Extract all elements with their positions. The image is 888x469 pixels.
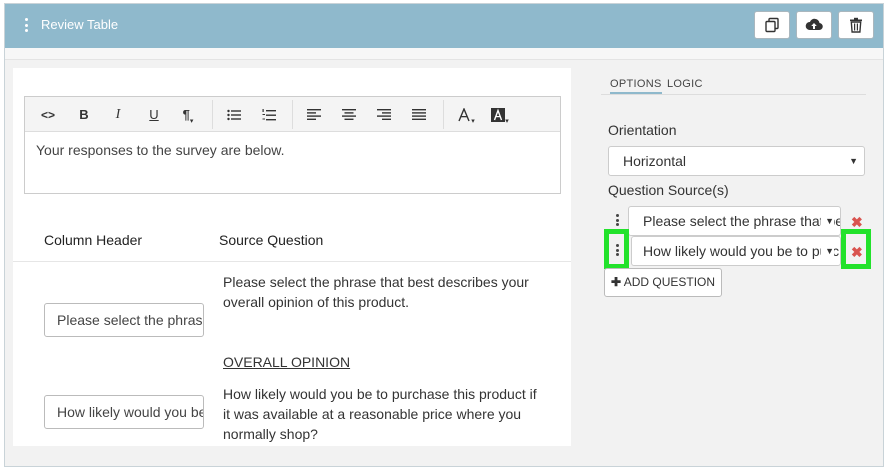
dropdown-caret-icon: ▾ — [189, 117, 194, 125]
column-header-input[interactable]: Please select the phrase that best descr… — [44, 303, 204, 337]
align-left-icon — [307, 109, 321, 120]
bullet-list-button[interactable] — [217, 97, 251, 132]
panel-tabs: OPTIONS LOGIC — [601, 74, 866, 95]
source-code-button[interactable]: <> — [31, 97, 65, 132]
paragraph-label: ¶ — [182, 107, 190, 122]
toolbar-divider — [212, 100, 213, 129]
drag-handle-icon[interactable] — [616, 244, 619, 256]
column-header-heading: Column Header — [44, 232, 143, 248]
dropdown-caret-icon: ▾ — [471, 117, 475, 125]
trash-icon — [850, 17, 862, 33]
source-question-text: How likely would you be to purchase this… — [223, 386, 537, 442]
chevron-down-icon: ▼ — [821, 237, 834, 265]
align-right-button[interactable] — [367, 97, 401, 132]
orientation-label: Orientation — [608, 122, 677, 138]
drag-handle-icon[interactable] — [25, 18, 28, 32]
question-tag: OVERALL OPINION — [223, 354, 351, 370]
plus-icon: ✚ — [610, 275, 622, 289]
tab-logic[interactable]: LOGIC — [667, 78, 703, 90]
remove-source-icon[interactable]: ✖ — [851, 245, 863, 259]
align-justify-icon — [412, 109, 426, 120]
text-color-icon — [458, 107, 470, 121]
table-divider — [13, 261, 571, 262]
dropdown-caret-icon: ▾ — [505, 117, 509, 125]
numbered-list-button[interactable] — [252, 97, 286, 132]
editor-toolbar: <> B I U ¶ ▾ ▾ ▾ — [25, 97, 560, 132]
question-source-select[interactable]: How likely would you be to purchase this… — [631, 236, 841, 266]
italic-label: I — [115, 106, 121, 122]
italic-button[interactable]: I — [101, 97, 135, 132]
align-center-button[interactable] — [332, 97, 366, 132]
background-color-button[interactable]: ▾ — [483, 97, 517, 132]
chevron-down-icon: ▼ — [821, 207, 834, 235]
copy-icon — [765, 17, 779, 33]
bold-button[interactable]: B — [67, 97, 101, 132]
table-content-card: <> B I U ¶ ▾ ▾ ▾ Your responses to the s… — [13, 68, 571, 446]
widget-header: Review Table — [5, 4, 883, 48]
toolbar-divider — [443, 100, 444, 129]
orientation-select[interactable]: Horizontal ▼ — [608, 146, 865, 176]
add-question-label: ADD QUESTION — [623, 275, 716, 289]
add-question-button[interactable]: ✚ ADD QUESTION — [604, 268, 722, 297]
remove-source-icon[interactable]: ✖ — [851, 215, 863, 229]
background-color-icon — [491, 107, 506, 122]
column-header-input[interactable]: How likely would you be to purchase this… — [44, 395, 204, 429]
question-source-value: How likely would you be to purchase this… — [643, 243, 840, 259]
text-color-button[interactable]: ▾ — [449, 97, 483, 132]
align-justify-button[interactable] — [402, 97, 436, 132]
toolbar-divider — [292, 100, 293, 129]
orientation-value: Horizontal — [623, 153, 687, 169]
rich-text-editor[interactable]: <> B I U ¶ ▾ ▾ ▾ Your responses to the s… — [24, 96, 561, 194]
widget-title: Review Table — [41, 17, 119, 32]
paragraph-format-button[interactable]: ¶ ▾ — [171, 97, 205, 132]
save-cloud-button[interactable] — [796, 11, 832, 39]
delete-button[interactable] — [838, 11, 874, 39]
source-question-heading: Source Question — [219, 232, 324, 248]
align-center-icon — [342, 109, 356, 120]
tab-options[interactable]: OPTIONS — [610, 78, 662, 94]
source-question-text: Please select the phrase that best descr… — [223, 274, 529, 310]
question-source-select[interactable]: Please select the phrase that best descr… — [628, 206, 841, 236]
underline-label: U — [149, 107, 159, 122]
question-source-value: Please select the phrase that best descr… — [643, 213, 840, 229]
align-left-button[interactable] — [297, 97, 331, 132]
copy-button[interactable] — [754, 11, 790, 39]
numbered-list-icon — [262, 108, 276, 120]
source-code-label: <> — [40, 107, 55, 122]
editor-body-text[interactable]: Your responses to the survey are below. — [36, 142, 285, 158]
question-source-label: Question Source(s) — [608, 182, 729, 198]
bold-label: B — [79, 107, 89, 122]
align-right-icon — [377, 109, 391, 120]
underline-button[interactable]: U — [137, 97, 171, 132]
bullet-list-icon — [227, 109, 241, 120]
header-shadow — [5, 48, 883, 60]
cloud-upload-icon — [805, 18, 823, 31]
chevron-down-icon: ▼ — [849, 156, 858, 166]
drag-handle-icon[interactable] — [616, 214, 619, 226]
